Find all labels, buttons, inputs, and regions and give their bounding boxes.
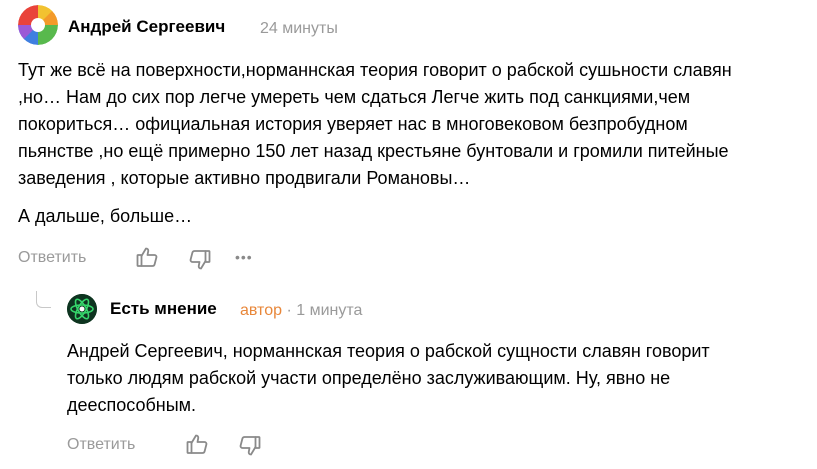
avatar-image — [18, 5, 58, 45]
like-icon — [136, 247, 158, 267]
reply-text: Андрей Сергеевич, норманнская теория о р… — [67, 338, 710, 419]
dislike-button[interactable] — [186, 246, 214, 274]
comment-time: 24 минуты — [260, 20, 338, 37]
comment-text-line: покориться… официальная история уверяет … — [18, 114, 688, 134]
atom-icon — [67, 294, 97, 324]
reply-dislike-button[interactable] — [236, 432, 264, 460]
reply-button[interactable]: Ответить — [18, 249, 86, 267]
meta-separator: · — [286, 302, 292, 319]
comment-text-line: Тут же всё на поверхности,норманнская те… — [18, 60, 732, 80]
reply-text-line: Андрей Сергеевич, норманнская теория о р… — [67, 341, 710, 361]
like-button[interactable] — [133, 243, 161, 271]
more-button[interactable]: ••• — [235, 249, 253, 265]
reply-time: 1 минута — [296, 302, 363, 319]
reply-avatar[interactable] — [67, 294, 97, 324]
reply-text-line: дееспособным. — [67, 395, 197, 415]
dislike-icon — [239, 436, 261, 456]
reply-reply-button[interactable]: Ответить — [67, 436, 135, 454]
avatar[interactable] — [18, 5, 58, 45]
like-icon — [186, 434, 208, 454]
dislike-icon — [189, 250, 211, 270]
comment-author[interactable]: Андрей Сергеевич — [68, 17, 225, 37]
reply-meta: автор · 1 минута — [240, 302, 362, 320]
comment-text: Тут же всё на поверхности,норманнская те… — [18, 57, 732, 192]
comment-text-line: пьянстве ,но ещё примерно 150 лет назад … — [18, 141, 729, 161]
reply-text-line: только людям рабской участи определёно з… — [67, 368, 671, 388]
comment-text-line: ,но… Нам до сих пор легче умереть чем сд… — [18, 87, 691, 107]
comment-text-line: заведения , которые активно продвигали Р… — [18, 168, 471, 188]
author-badge: автор — [240, 302, 282, 319]
reply-like-button[interactable] — [183, 430, 211, 458]
thread-line — [36, 291, 51, 308]
reply-author[interactable]: Есть мнение — [110, 299, 217, 319]
comment-text-extra: А дальше, больше… — [18, 206, 193, 226]
